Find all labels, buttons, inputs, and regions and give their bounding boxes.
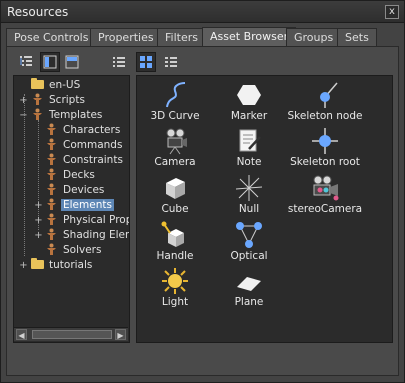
asset-label: Plane — [234, 296, 264, 308]
tree-guide-line — [38, 120, 39, 230]
grid-view-icon — [140, 56, 152, 68]
tree-item-tutorials[interactable]: tutorials — [31, 258, 94, 271]
tree-item-label: Commands — [63, 138, 123, 151]
collapse-icon[interactable]: − — [19, 111, 28, 121]
optical-icon — [236, 222, 262, 248]
window-title: Resources — [7, 5, 69, 19]
tree-item-scripts[interactable]: Scripts — [31, 93, 87, 106]
figure-icon — [47, 138, 56, 150]
tree-item-commands[interactable]: Commands — [45, 138, 124, 151]
figure-icon — [47, 153, 56, 165]
figure-icon — [47, 123, 56, 135]
handle-icon — [161, 221, 184, 247]
tree-item-physical-properties[interactable]: Physical Proper — [45, 213, 129, 226]
tree-item-solvers[interactable]: Solvers — [45, 243, 103, 256]
tab-sets[interactable]: Sets — [337, 28, 377, 46]
figure-icon — [47, 228, 56, 240]
tab-asset-browser[interactable]: Asset Browser — [202, 27, 297, 46]
asset-optical[interactable]: Optical — [207, 220, 291, 264]
expand-icon[interactable]: + — [34, 231, 43, 241]
curve-icon — [166, 82, 186, 108]
cube-icon — [166, 178, 185, 199]
tree-item-label: Physical Proper — [63, 213, 129, 226]
list-view-icon — [113, 57, 125, 67]
resources-window: Resources x Pose Controls Properties Fil… — [0, 0, 405, 383]
plane-icon — [237, 277, 261, 291]
figure-icon — [33, 93, 42, 105]
split-vertical-button[interactable] — [40, 52, 60, 72]
tree-item-constraints[interactable]: Constraints — [45, 153, 125, 166]
tree-item-templates[interactable]: Templates — [31, 108, 104, 121]
detail-view-button[interactable] — [161, 52, 181, 72]
light-icon — [162, 268, 188, 294]
tree-item-label: Scripts — [49, 93, 85, 106]
marker-icon — [237, 85, 261, 105]
figure-icon — [33, 108, 42, 120]
tree-item-label: en-US — [49, 78, 81, 91]
scroll-right-icon[interactable]: ▶ — [115, 329, 126, 340]
tree-item-shading-elements[interactable]: Shading Elemen — [45, 228, 129, 241]
expand-icon[interactable]: + — [34, 201, 43, 211]
tab-groups[interactable]: Groups — [286, 28, 342, 46]
figure-icon — [47, 213, 56, 225]
null-icon — [235, 175, 263, 201]
asset-grid: 3D Curve Marker Skeleton node Camera Not… — [136, 75, 393, 343]
tree-item-label: Templates — [49, 108, 103, 121]
split-horizontal-icon — [65, 55, 79, 69]
tree-item-characters[interactable]: Characters — [45, 123, 122, 136]
asset-label: Skeleton root — [290, 156, 360, 168]
close-button[interactable]: x — [385, 5, 399, 19]
skeleton-node-icon — [320, 82, 338, 108]
scroll-left-icon[interactable]: ◀ — [16, 329, 27, 340]
tab-filters[interactable]: Filters — [157, 28, 206, 46]
folder-tree[interactable]: en-US + Scripts − Templates Characters C… — [13, 75, 130, 343]
stereo-camera-icon — [313, 175, 339, 201]
figure-icon — [47, 243, 56, 255]
tree-item-elements[interactable]: Elements — [45, 198, 114, 211]
asset-skeleton-root[interactable]: Skeleton root — [283, 126, 367, 170]
tree-item-label: Solvers — [63, 243, 102, 256]
asset-skeleton-node[interactable]: Skeleton node — [283, 80, 367, 124]
tree-item-label: Elements — [61, 198, 114, 211]
grid-view-button[interactable] — [136, 52, 156, 72]
note-icon — [239, 129, 261, 152]
split-horizontal-button[interactable] — [62, 52, 82, 72]
asset-label: stereoCamera — [287, 203, 363, 215]
skeleton-root-icon — [312, 128, 338, 154]
folder-icon — [31, 78, 44, 89]
tree-view-button[interactable] — [16, 52, 36, 72]
asset-plane[interactable]: Plane — [207, 266, 291, 310]
camera-icon — [166, 128, 187, 155]
tree-item-en-us[interactable]: en-US — [31, 78, 82, 91]
scrollbar-thumb[interactable] — [32, 330, 112, 339]
split-vertical-icon — [43, 55, 57, 69]
list-view-button[interactable] — [109, 52, 129, 72]
tree-item-label: Devices — [63, 183, 105, 196]
tab-pose-controls[interactable]: Pose Controls — [6, 28, 97, 46]
asset-stereo-camera[interactable]: stereoCamera — [283, 173, 367, 217]
title-bar[interactable]: Resources x — [1, 1, 404, 23]
tree-item-label: Characters — [63, 123, 121, 136]
tree-item-label: Decks — [63, 168, 95, 181]
figure-icon — [47, 168, 56, 180]
asset-label: Optical — [230, 250, 268, 262]
expand-icon[interactable]: + — [19, 261, 28, 271]
tree-item-label: Constraints — [63, 153, 123, 166]
tree-item-devices[interactable]: Devices — [45, 183, 106, 196]
expand-icon[interactable]: + — [19, 96, 28, 106]
folder-icon — [31, 258, 44, 269]
tree-item-label: Shading Elemen — [63, 228, 129, 241]
detail-view-icon — [165, 57, 177, 67]
tree-item-decks[interactable]: Decks — [45, 168, 97, 181]
tree-view-icon — [20, 56, 32, 66]
figure-icon — [47, 198, 56, 210]
figure-icon — [47, 183, 56, 195]
tree-horizontal-scrollbar[interactable]: ◀ ▶ — [14, 327, 128, 341]
asset-label: Skeleton node — [287, 110, 363, 122]
tab-properties[interactable]: Properties — [90, 28, 162, 46]
expand-icon[interactable]: + — [34, 216, 43, 226]
tree-item-label: tutorials — [49, 258, 93, 271]
